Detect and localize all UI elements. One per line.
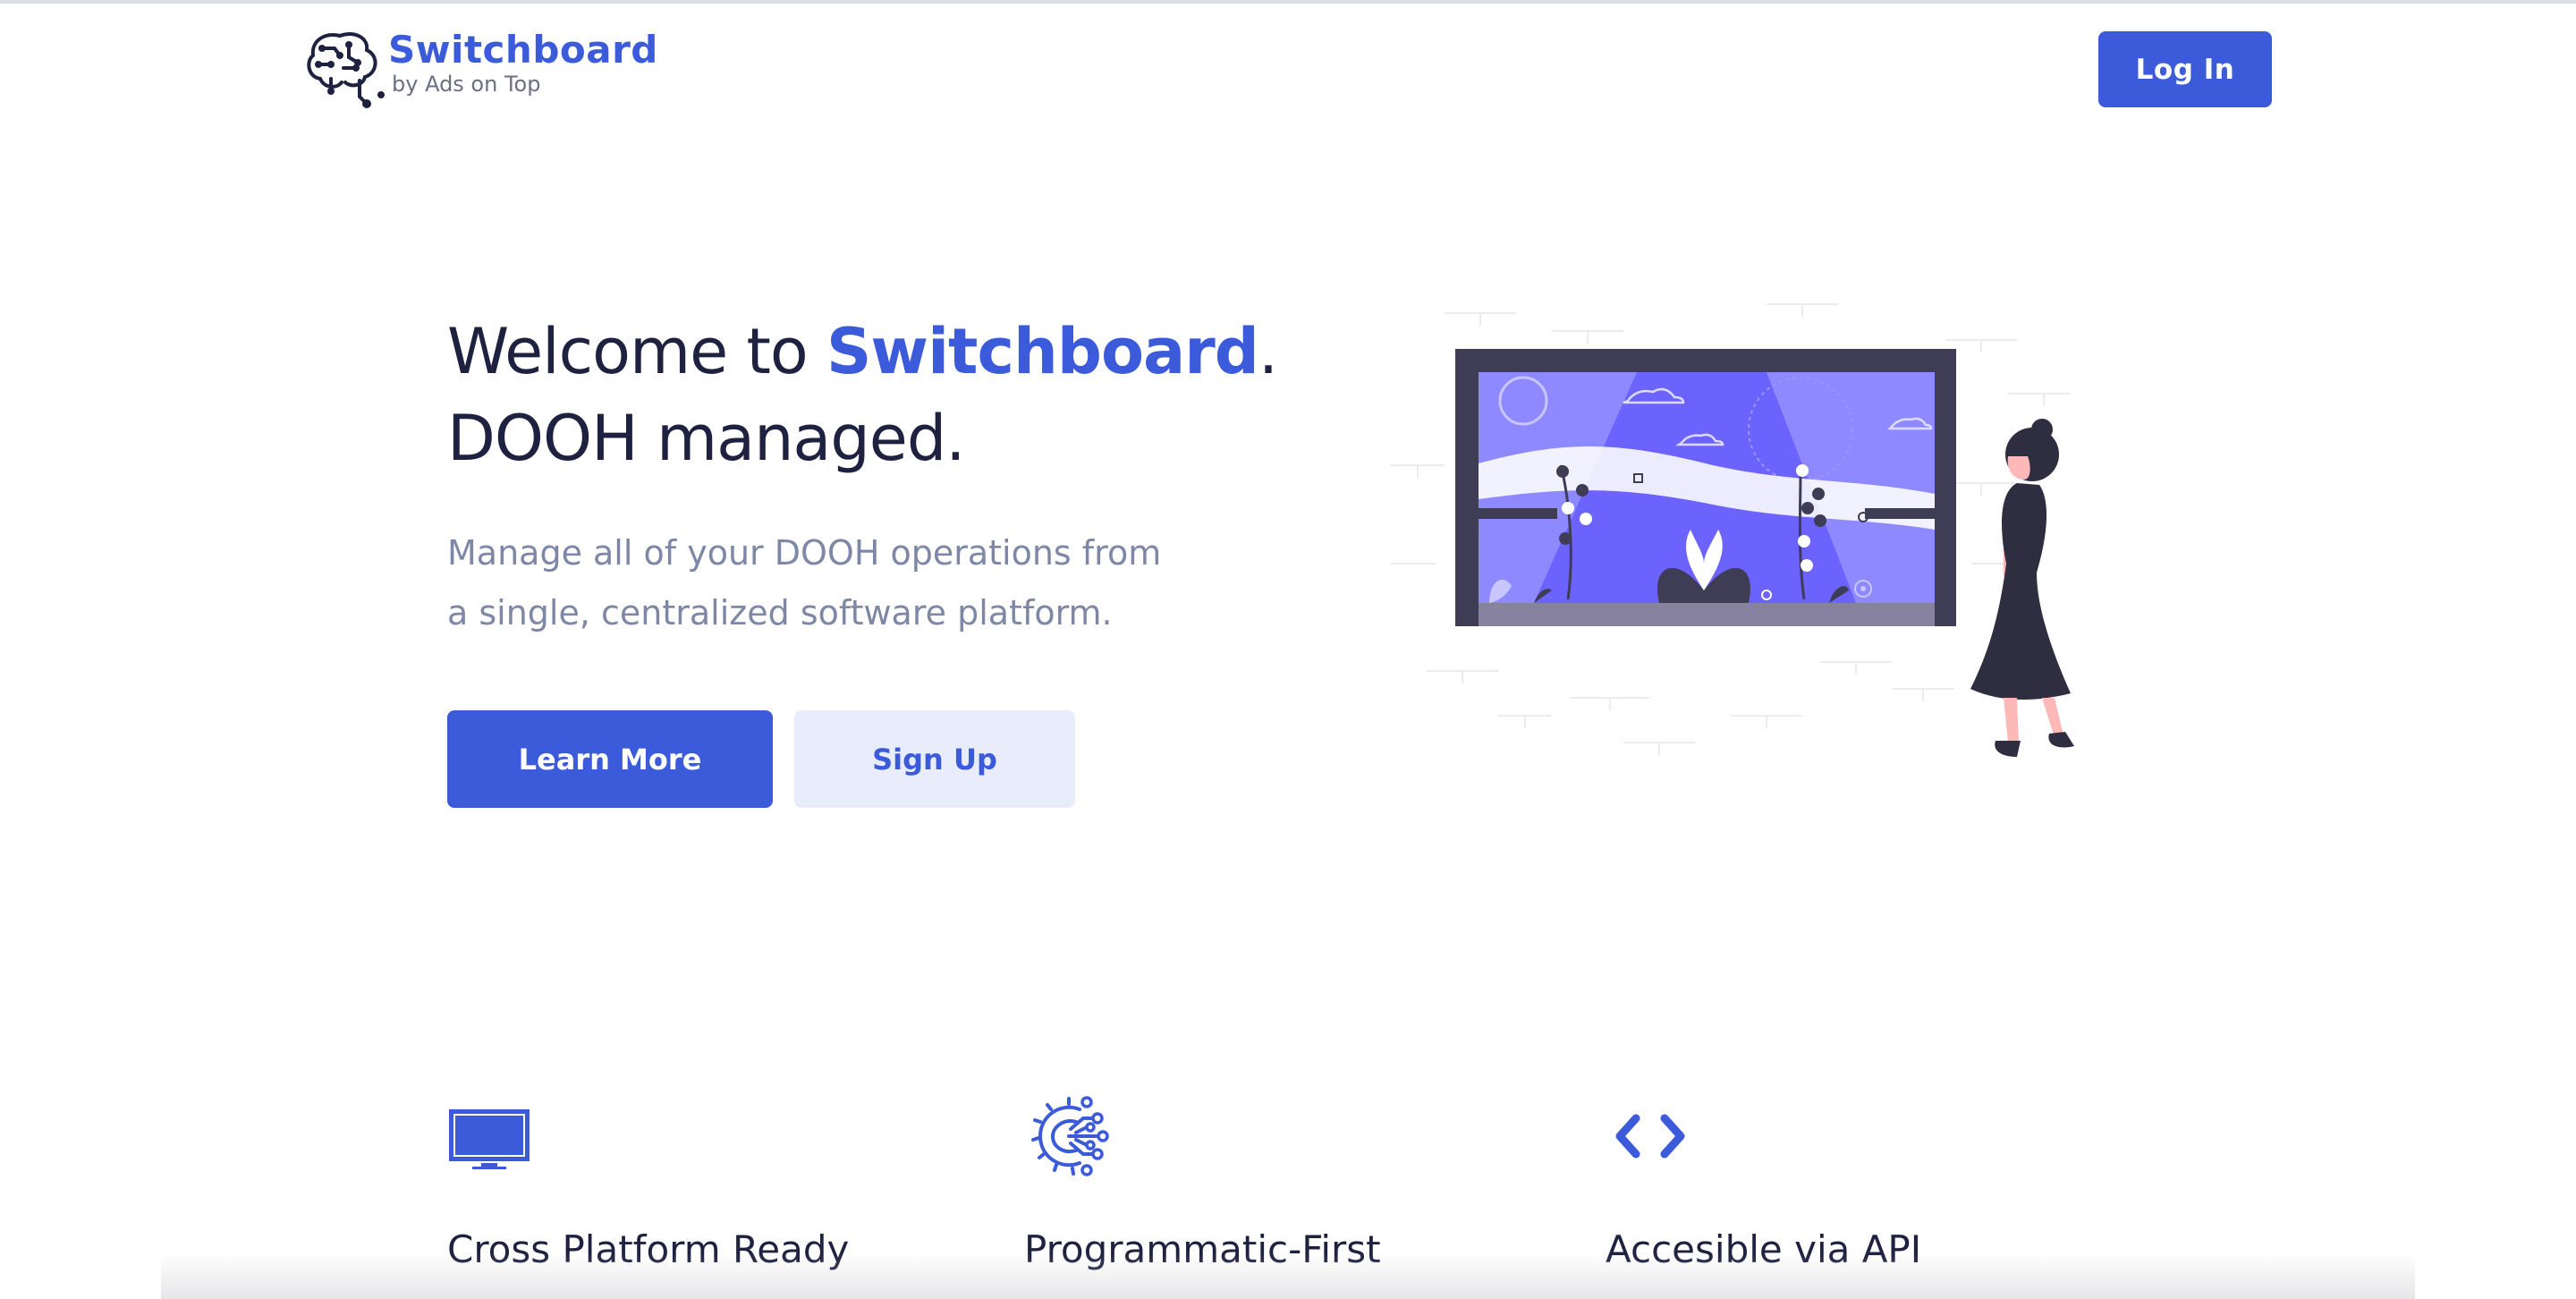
logo-subtitle: by Ads on Top: [392, 72, 541, 97]
logo[interactable]: Switchboard by Ads on Top: [304, 29, 658, 111]
learn-more-button[interactable]: Learn More: [447, 710, 773, 808]
gear-circuit-icon: [1031, 1096, 1109, 1176]
hero-title-prefix: Welcome to: [447, 315, 826, 388]
brain-circuit-icon: [307, 32, 385, 108]
hero-subtitle: Manage all of your DOOH operations from …: [447, 533, 1162, 633]
code-brackets-icon: [1615, 1114, 1685, 1159]
top-border: [0, 0, 2576, 4]
login-button[interactable]: Log In: [2098, 31, 2272, 107]
feature-api: Accesible via API: [1606, 1091, 2106, 1271]
hero-title-line2: DOOH managed.: [447, 402, 966, 475]
monitor-icon: [449, 1109, 530, 1169]
feature-programmatic: Programmatic-First: [1024, 1091, 1525, 1271]
woman-figure: [1970, 419, 2074, 757]
hero-title: Welcome to Switchboard. DOOH managed.: [447, 309, 1278, 482]
bottom-shadow: [161, 1252, 2415, 1299]
hero-title-suffix: .: [1258, 315, 1278, 388]
feature-cross-platform: Cross Platform Ready: [447, 1091, 948, 1271]
hero-illustration: [1391, 303, 2074, 757]
logo-title: Switchboard: [388, 28, 658, 72]
hero-title-brand: Switchboard: [826, 315, 1259, 388]
sign-up-button[interactable]: Sign Up: [794, 710, 1075, 808]
